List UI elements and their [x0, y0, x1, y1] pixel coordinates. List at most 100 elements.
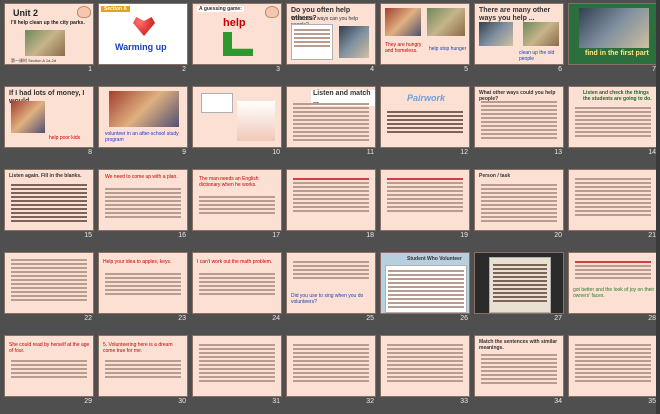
- slide-title: Listen again. Fill in the blanks.: [9, 173, 82, 179]
- slide-number: 2: [182, 66, 186, 73]
- slide-cell: A guessing game: help 3: [192, 3, 282, 77]
- slide-thumbnail[interactable]: A guessing game: help: [192, 3, 282, 65]
- photo-kids: [11, 101, 45, 133]
- slide-thumbnail[interactable]: [474, 252, 564, 314]
- slide-number: 34: [554, 398, 562, 405]
- slide-cell: 22: [4, 252, 94, 326]
- slide-thumbnail[interactable]: Unit 2 I'll help clean up the city parks…: [4, 3, 94, 65]
- slide-number: 3: [276, 66, 280, 73]
- slide-thumbnail[interactable]: [286, 335, 376, 397]
- slide-subtitle: 5. Volunteering here is a dream come tru…: [103, 342, 173, 354]
- slide-thumbnail[interactable]: 5. Volunteering here is a dream come tru…: [98, 335, 188, 397]
- slide-thumbnail[interactable]: Student Who Volunteer: [380, 252, 470, 314]
- slide-thumbnail[interactable]: [192, 335, 282, 397]
- slide-cell: Pairwork 12: [380, 86, 470, 160]
- slide-cell: Student Who Volunteer 26: [380, 252, 470, 326]
- slide-title: Unit 2: [13, 8, 39, 18]
- slide-subtitle: volunteer in an after-school study progr…: [105, 131, 179, 143]
- slide-number: 9: [182, 149, 186, 156]
- slide-cell: 35: [568, 335, 658, 409]
- slide-thumbnail[interactable]: [4, 252, 94, 314]
- slide-thumbnail[interactable]: There are many other ways you help ... c…: [474, 3, 564, 65]
- slide-thumbnail[interactable]: Listen and match ...: [286, 86, 376, 148]
- slide-title: Match the sentences with similar meaning…: [479, 339, 558, 351]
- slide-number: 31: [272, 398, 280, 405]
- slide-thumbnail[interactable]: She could read by herself at the age of …: [4, 335, 94, 397]
- slide-thumbnail[interactable]: Match the sentences with similar meaning…: [474, 335, 564, 397]
- slide-thumbnail[interactable]: got better and the look of joy on their …: [568, 252, 658, 314]
- slide-cell: 21: [568, 169, 658, 243]
- slide-cell: volunteer in an after-school study progr…: [98, 86, 188, 160]
- slide-subtitle-2: help stop hunger: [429, 46, 467, 52]
- slide-number: 27: [554, 315, 562, 322]
- slide-cell: Listen again. Fill in the blanks. 15: [4, 169, 94, 243]
- slide-number: 25: [366, 315, 374, 322]
- slide-number: 11: [366, 149, 374, 156]
- slide-thumbnail[interactable]: [568, 169, 658, 231]
- slide-cell: 5. Volunteering here is a dream come tru…: [98, 335, 188, 409]
- slide-number: 35: [648, 398, 656, 405]
- vertical-scrollbar[interactable]: [656, 0, 660, 414]
- slide-number: 20: [554, 232, 562, 239]
- slide-thumbnail[interactable]: [380, 335, 470, 397]
- slide-thumbnail[interactable]: [192, 86, 282, 148]
- slide-cell: got better and the look of joy on their …: [568, 252, 658, 326]
- slide-subtitle: Warming up: [115, 42, 167, 52]
- slide-cell: Do you often help others? What other way…: [286, 3, 376, 77]
- photo-homeless: [385, 8, 421, 36]
- slide-subtitle: I'll help clean up the city parks.: [11, 20, 85, 26]
- slide-number: 32: [366, 398, 374, 405]
- photo-classroom: [109, 91, 179, 127]
- slide-thumbnail[interactable]: [286, 169, 376, 231]
- slide-title: Student Who Volunteer: [407, 256, 462, 262]
- slide-thumbnail[interactable]: Pairwork: [380, 86, 470, 148]
- slide-thumbnail[interactable]: [380, 169, 470, 231]
- photo-scene: [579, 8, 649, 48]
- slide-thumbnail[interactable]: Listen and check the things the students…: [568, 86, 658, 148]
- slide-cell: She could read by herself at the age of …: [4, 335, 94, 409]
- slide-cell: 33: [380, 335, 470, 409]
- slide-cell: Unit 2 I'll help clean up the city parks…: [4, 3, 94, 77]
- slide-number: 33: [460, 398, 468, 405]
- photo-crowd: [427, 8, 465, 36]
- slide-number: 18: [366, 232, 374, 239]
- slide-number: 1: [88, 66, 92, 73]
- slide-thumbnail[interactable]: They are hungry and homeless. help stop …: [380, 3, 470, 65]
- slide-cell: What other ways could you help people? 1…: [474, 86, 564, 160]
- cartoon-figure: [237, 101, 275, 141]
- slide-number: 4: [370, 66, 374, 73]
- slide-thumbnail[interactable]: Help your idea to apples, keys.: [98, 252, 188, 314]
- slide-subtitle: She could read by herself at the age of …: [9, 342, 90, 354]
- slide-thumbnail[interactable]: volunteer in an after-school study progr…: [98, 86, 188, 148]
- slide-cell: Help your idea to apples, keys. 23: [98, 252, 188, 326]
- slide-cell: Listen and check the things the students…: [568, 86, 658, 160]
- slide-subtitle: I can't work out the math problem.: [197, 259, 273, 265]
- reading-passage: [385, 265, 467, 313]
- slide-cell: Match the sentences with similar meaning…: [474, 335, 564, 409]
- slide-thumbnail[interactable]: Did you use to sing when you do voluntee…: [286, 252, 376, 314]
- slide-thumbnail[interactable]: We need to come up with a plan.: [98, 169, 188, 231]
- slide-thumbnail[interactable]: I can't work out the math problem.: [192, 252, 282, 314]
- slide-number: 30: [178, 398, 186, 405]
- slide-thumbnail[interactable]: The man needs an English dictionary when…: [192, 169, 282, 231]
- slide-title: Section A: [101, 6, 130, 12]
- park-photo: [25, 30, 65, 56]
- slide-thumbnail[interactable]: [568, 335, 658, 397]
- slide-thumbnail[interactable]: Person / task: [474, 169, 564, 231]
- slide-cell: 31: [192, 335, 282, 409]
- slide-cell: 27: [474, 252, 564, 326]
- slide-thumbnail[interactable]: Do you often help others? What other way…: [286, 3, 376, 65]
- slide-thumbnail[interactable]: What other ways could you help people?: [474, 86, 564, 148]
- slide-subtitle: The man needs an English dictionary when…: [199, 176, 259, 188]
- slide-number: 10: [272, 149, 280, 156]
- slide-cell: The man needs an English dictionary when…: [192, 169, 282, 243]
- slide-thumbnail[interactable]: If I had lots of money, I would... help …: [4, 86, 94, 148]
- slide-thumbnail[interactable]: find in the first part: [568, 3, 658, 65]
- slide-thumbnail[interactable]: Section A Warming up: [98, 3, 188, 65]
- slide-cell: We need to come up with a plan. 16: [98, 169, 188, 243]
- slide-subtitle: find in the first part: [585, 50, 649, 57]
- slide-caption: 第一课时 Section A 1a-2d: [11, 58, 57, 63]
- slide-number: 14: [648, 149, 656, 156]
- slide-title: Listen and check the things the students…: [583, 90, 652, 102]
- slide-thumbnail[interactable]: Listen again. Fill in the blanks.: [4, 169, 94, 231]
